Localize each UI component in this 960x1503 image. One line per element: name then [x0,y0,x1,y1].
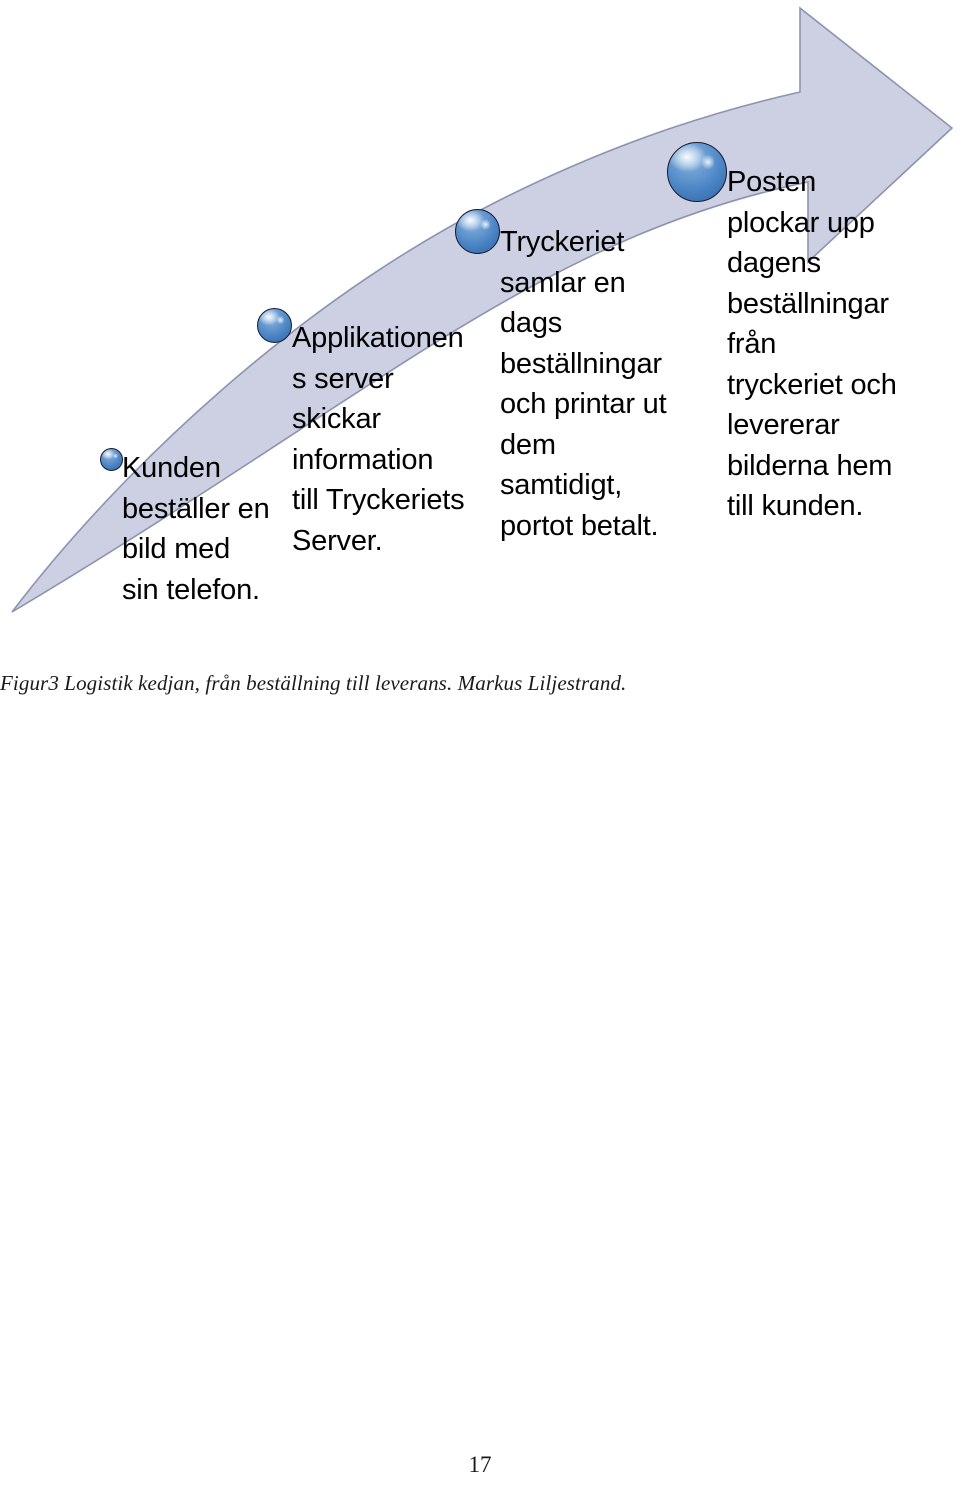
figure-logistics-chain: Kunden beställer en bild med sin telefon… [0,0,960,660]
stage-bullet-kunden [100,448,123,471]
stage-label-applikationens-server: Applikationens server skickar informatio… [292,322,465,557]
stage-bullet-tryckeriet [455,209,500,254]
document-page: Kunden beställer en bild med sin telefon… [0,0,960,1503]
stage-bullet-posten [667,142,727,202]
stage-label-tryckeriet: Tryckeriet samlar en dags beställningar … [500,226,667,542]
figure-caption: Figur3 Logistik kedjan, från beställning… [0,671,627,695]
stage-label-posten: Posten plockar upp dagens beställningar … [727,166,897,522]
stage-label-kunden: Kunden beställer en bild med sin telefon… [122,452,270,606]
page-number: 17 [468,1452,492,1477]
stage-bullet-applikationens-server [257,308,292,343]
